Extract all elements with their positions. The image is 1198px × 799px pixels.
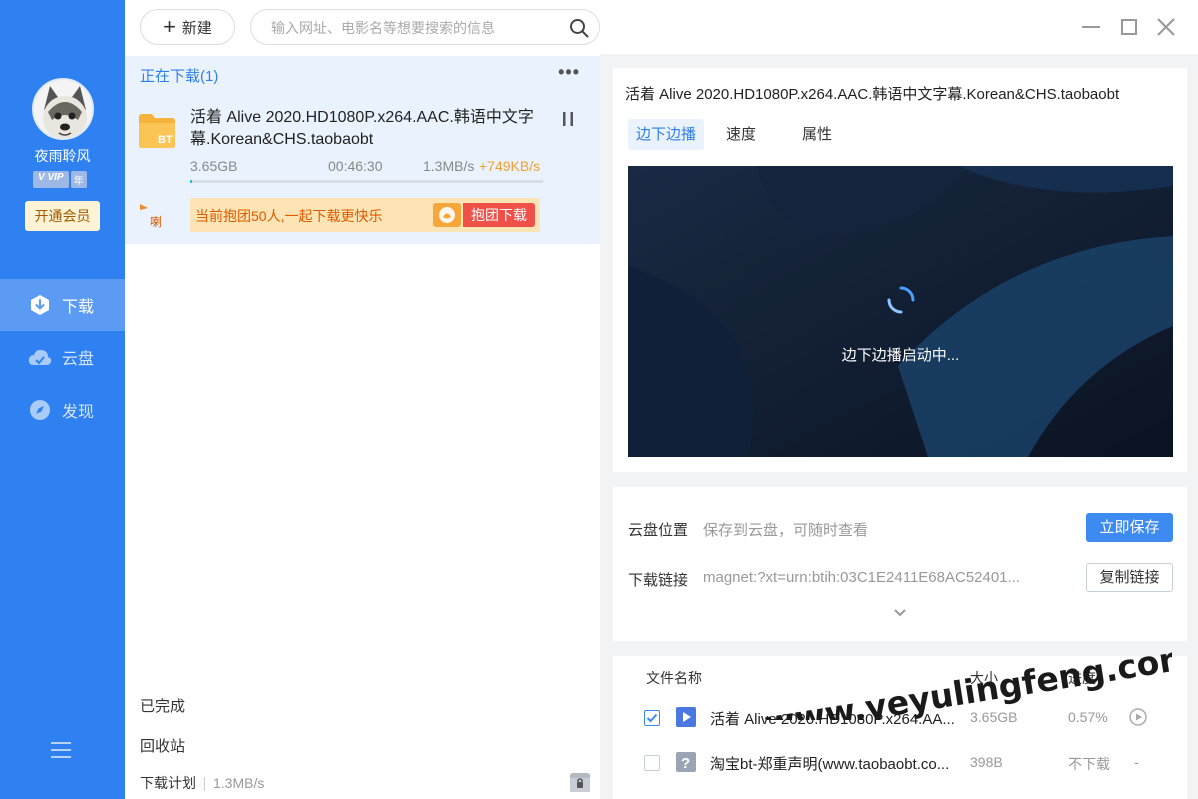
download-task-item[interactable]: BT 活着 Alive 2020.HD1080P.x264.AAC.韩语中文字幕… xyxy=(125,92,600,244)
column-header-name: 文件名称 xyxy=(646,670,702,686)
open-vip-button[interactable]: 开通会员 xyxy=(25,201,100,231)
svg-text:?: ? xyxy=(681,755,690,772)
file-action: - xyxy=(1134,754,1139,770)
task-progress-bar xyxy=(190,180,543,183)
task-progress-fill xyxy=(190,180,192,183)
plan-speed: 1.3MB/s xyxy=(213,775,265,791)
unknown-file-icon: ? xyxy=(676,752,696,772)
lock-icon[interactable] xyxy=(567,768,593,794)
video-icon xyxy=(676,707,696,727)
vip-badges: V VIP 年 xyxy=(33,171,87,188)
svg-text:喇: 喇 xyxy=(150,214,162,229)
file-row[interactable]: ? 淘宝bt-郑重声明(www.taobaobt.co... 398B 不下载 … xyxy=(613,741,1187,785)
column-header-size: 大小 xyxy=(970,670,998,686)
group-icon[interactable] xyxy=(433,203,461,227)
completed-link[interactable]: 已完成 xyxy=(140,695,185,716)
group-download-banner: 当前抱团50人,一起下载更快乐 抱团下载 xyxy=(190,198,540,232)
compass-icon xyxy=(28,398,52,422)
plan-divider xyxy=(204,777,205,792)
task-boost-speed: +749KB/s xyxy=(479,158,541,174)
username: 夜雨聆风 xyxy=(34,148,91,164)
sidebar-item-label: 发现 xyxy=(62,404,95,421)
svg-text:BT: BT xyxy=(158,134,173,146)
download-link-value[interactable]: magnet:?xt=urn:btih:03C1E2411E68AC52401.… xyxy=(703,569,1020,586)
task-name: 活着 Alive 2020.HD1080P.x264.AAC.韩语中文字幕.Ko… xyxy=(190,109,534,148)
file-checkbox[interactable] xyxy=(644,710,660,726)
maximize-icon[interactable] xyxy=(1118,16,1140,38)
video-player[interactable]: 边下边播启动中... xyxy=(628,166,1173,457)
play-icon[interactable] xyxy=(1128,707,1148,727)
search-input[interactable] xyxy=(271,18,561,38)
new-task-button[interactable]: + 新建 xyxy=(140,9,235,45)
file-name: 淘宝bt-郑重声明(www.taobaobt.co... xyxy=(710,756,950,773)
minimize-icon[interactable] xyxy=(1080,16,1102,38)
search-icon[interactable] xyxy=(569,18,589,38)
task-speed: 1.3MB/s xyxy=(423,158,475,174)
detail-title: 活着 Alive 2020.HD1080P.x264.AAC.韩语中文字幕.Ko… xyxy=(625,86,1120,103)
file-size: 398B xyxy=(970,754,1003,770)
sidebar: 夜雨聆风 V VIP 年 开通会员 下载 云盘 发现 xyxy=(0,0,125,799)
vip-badge: V VIP xyxy=(33,171,69,188)
menu-icon[interactable] xyxy=(49,740,73,760)
cloud-location-value: 保存到云盘，可随时查看 xyxy=(703,522,869,539)
detail-panel: 活着 Alive 2020.HD1080P.x264.AAC.韩语中文字幕.Ko… xyxy=(613,68,1187,472)
sidebar-item-cloud[interactable]: 云盘 xyxy=(0,331,125,383)
avatar[interactable] xyxy=(32,78,94,140)
sidebar-item-label: 下载 xyxy=(62,299,95,316)
year-badge: 年 xyxy=(70,171,87,188)
sidebar-item-discover[interactable]: 发现 xyxy=(0,384,125,436)
search-bar[interactable] xyxy=(250,9,600,45)
close-icon[interactable] xyxy=(1155,16,1177,38)
task-size: 3.65GB xyxy=(190,158,238,174)
mascot-icon: 喇 xyxy=(138,200,168,230)
file-checkbox[interactable] xyxy=(644,755,660,771)
file-progress: 不下载 xyxy=(1068,756,1110,772)
tab-play-while-downloading[interactable]: 边下边播 xyxy=(628,119,705,150)
chevron-down-icon[interactable] xyxy=(893,608,907,618)
file-row[interactable]: 活着 Alive 2020.HD1080P.x264.AA... 3.65GB … xyxy=(613,696,1187,740)
save-now-button[interactable]: 立即保存 xyxy=(1086,513,1173,542)
download-icon xyxy=(28,293,52,317)
more-icon[interactable]: ••• xyxy=(558,62,580,83)
sidebar-item-label: 云盘 xyxy=(62,351,95,368)
tab-speed[interactable]: 速度 xyxy=(718,119,764,150)
file-progress: 0.57% xyxy=(1068,709,1108,725)
file-list-panel: 文件名称 大小 进度 活着 Alive 2020.HD1080P.x264.AA… xyxy=(613,656,1187,799)
cloud-location-label: 云盘位置 xyxy=(628,522,689,539)
column-header-progress: 进度 xyxy=(1068,670,1096,686)
file-name: 活着 Alive 2020.HD1080P.x264.AA... xyxy=(710,711,955,728)
promo-text: 当前抱团50人,一起下载更快乐 xyxy=(195,208,383,224)
download-link-label: 下载链接 xyxy=(628,572,689,589)
section-title[interactable]: 正在下载(1) xyxy=(140,65,218,86)
recycle-bin-link[interactable]: 回收站 xyxy=(140,735,185,756)
scrollbar[interactable] xyxy=(1187,54,1198,799)
copy-link-button[interactable]: 复制链接 xyxy=(1086,563,1173,592)
group-download-button[interactable]: 抱团下载 xyxy=(463,203,535,227)
top-bar: + 新建 xyxy=(125,0,1198,54)
file-size: 3.65GB xyxy=(970,709,1018,725)
pause-icon[interactable] xyxy=(561,110,575,128)
download-plan[interactable]: 下载计划 1.3MB/s xyxy=(140,773,264,793)
task-time-left: 00:46:30 xyxy=(328,158,383,174)
plan-label[interactable]: 下载计划 xyxy=(140,775,196,791)
downloading-section-header: 正在下载(1) ••• xyxy=(125,56,600,92)
cloud-icon xyxy=(28,345,52,369)
cloud-link-panel: 云盘位置 保存到云盘，可随时查看 立即保存 下载链接 magnet:?xt=ur… xyxy=(613,487,1187,641)
loading-spinner-icon xyxy=(887,286,915,314)
tab-properties[interactable]: 属性 xyxy=(794,119,840,150)
bt-folder-icon: BT xyxy=(138,111,176,149)
sidebar-item-download[interactable]: 下载 xyxy=(0,279,125,331)
player-status: 边下边播启动中... xyxy=(841,347,960,364)
plus-icon: + xyxy=(163,14,176,39)
